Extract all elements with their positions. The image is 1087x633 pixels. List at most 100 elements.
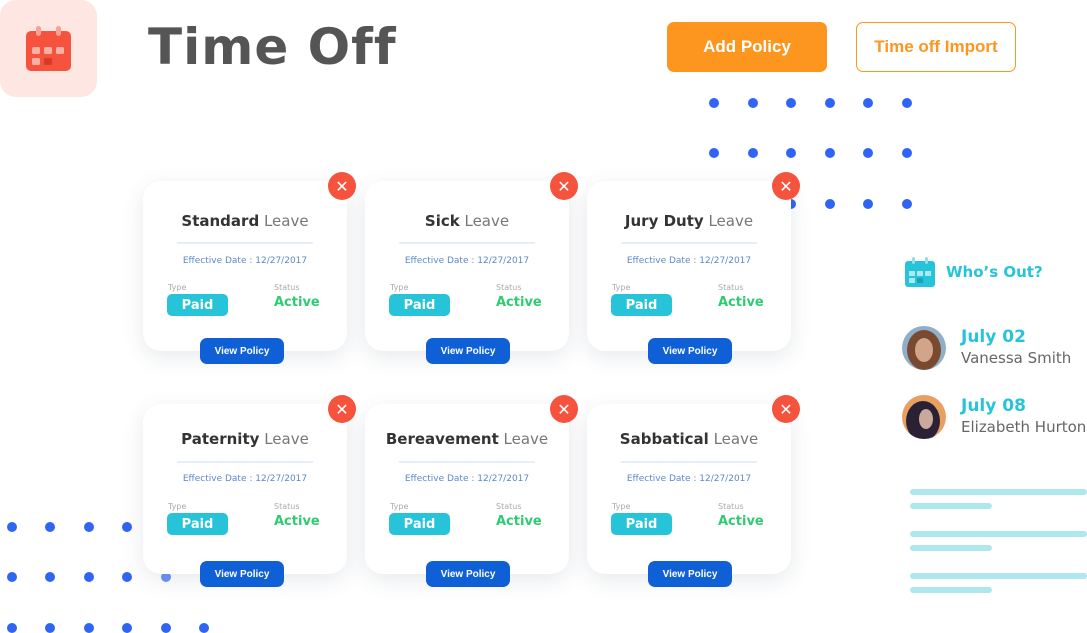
dot — [45, 572, 55, 582]
dot — [863, 98, 873, 108]
policy-card: ✕ Sick Leave Effective Date : 12/27/2017… — [365, 172, 578, 364]
policy-name: Sabbatical — [619, 430, 709, 448]
close-icon[interactable]: ✕ — [550, 172, 578, 200]
whos-out-item[interactable]: July 02 Vanessa Smith — [902, 326, 1071, 370]
whos-out-header: Who’s Out? — [904, 256, 1043, 288]
type-label: Type — [612, 283, 631, 292]
divider — [399, 461, 535, 463]
policy-card: ✕ Sabbatical Leave Effective Date : 12/2… — [587, 395, 800, 587]
policy-suffix: Leave — [264, 430, 309, 448]
out-date: July 02 — [961, 327, 1026, 347]
dot — [7, 522, 17, 532]
status-label: Status — [718, 283, 744, 292]
policy-suffix: Leave — [263, 212, 309, 230]
status-value: Active — [718, 295, 764, 310]
type-badge: Paid — [611, 294, 672, 316]
type-label: Type — [168, 502, 187, 511]
dot — [7, 623, 17, 633]
dot — [709, 98, 719, 108]
view-policy-button[interactable]: View Policy — [426, 338, 510, 364]
dot — [863, 148, 873, 158]
skeleton-line — [910, 587, 992, 593]
policy-title: Sick Leave — [365, 212, 569, 230]
divider — [177, 461, 313, 463]
dot — [902, 148, 912, 158]
status-value: Active — [274, 514, 320, 529]
dot — [161, 623, 171, 633]
dot — [786, 148, 796, 158]
skeleton-line — [910, 489, 1087, 495]
skeleton-line — [910, 573, 1087, 579]
out-date: July 08 — [961, 396, 1026, 416]
add-policy-button[interactable]: Add Policy — [667, 22, 827, 72]
out-name: Vanessa Smith — [961, 349, 1072, 367]
policy-title: Standard Leave — [143, 212, 347, 230]
policy-name: Standard — [181, 212, 260, 230]
type-label: Type — [612, 502, 631, 511]
effective-date: Effective Date : 12/27/2017 — [182, 256, 308, 266]
status-value: Active — [496, 514, 542, 529]
view-policy-button[interactable]: View Policy — [648, 338, 732, 364]
dot — [122, 522, 132, 532]
policy-card: ✕ Standard Leave Effective Date : 12/27/… — [143, 172, 356, 364]
view-policy-button[interactable]: View Policy — [426, 561, 510, 587]
policy-name: Paternity — [181, 430, 260, 448]
policy-title: Bereavement Leave — [365, 430, 569, 448]
close-icon[interactable]: ✕ — [328, 172, 356, 200]
dot — [902, 199, 912, 209]
close-icon[interactable]: ✕ — [550, 395, 578, 423]
dot — [122, 572, 132, 582]
dot — [122, 623, 132, 633]
dot — [825, 199, 835, 209]
avatar-photo-icon — [902, 326, 946, 370]
close-icon[interactable]: ✕ — [772, 172, 800, 200]
whos-out-item[interactable]: July 08 Elizabeth Hurton — [902, 395, 1086, 439]
close-icon[interactable]: ✕ — [328, 395, 356, 423]
policy-name: Sick — [424, 212, 460, 230]
type-badge: Paid — [389, 294, 450, 316]
dot — [84, 623, 94, 633]
skeleton-line — [910, 531, 1087, 537]
view-policy-button[interactable]: View Policy — [200, 338, 284, 364]
type-label: Type — [390, 283, 409, 292]
whos-out-label: Who’s Out? — [946, 263, 1043, 281]
policy-suffix: Leave — [708, 212, 754, 230]
effective-date: Effective Date : 12/27/2017 — [404, 474, 530, 484]
close-icon[interactable]: ✕ — [772, 395, 800, 423]
dot — [748, 148, 758, 158]
policy-card: ✕ Jury Duty Leave Effective Date : 12/27… — [587, 172, 800, 364]
time-off-import-button[interactable]: Time off Import — [856, 22, 1016, 72]
type-label: Type — [168, 283, 187, 292]
skeleton-line — [910, 503, 992, 509]
dot — [825, 148, 835, 158]
status-label: Status — [274, 502, 300, 511]
dot — [786, 98, 796, 108]
dot — [199, 623, 209, 633]
avatar-photo-icon — [902, 395, 946, 439]
type-badge: Paid — [167, 294, 228, 316]
dot — [7, 572, 17, 582]
view-policy-button[interactable]: View Policy — [648, 561, 732, 587]
status-label: Status — [496, 502, 522, 511]
calendar-icon — [26, 26, 71, 71]
policy-suffix: Leave — [464, 212, 510, 230]
type-label: Type — [390, 502, 409, 511]
policy-suffix: Leave — [713, 430, 759, 448]
divider — [621, 242, 757, 244]
status-label: Status — [718, 502, 744, 511]
type-badge: Paid — [389, 513, 450, 535]
dot — [863, 199, 873, 209]
dot — [902, 98, 912, 108]
avatar — [902, 326, 946, 370]
divider — [621, 461, 757, 463]
type-badge: Paid — [167, 513, 228, 535]
policy-title: Paternity Leave — [143, 430, 347, 448]
avatar — [902, 395, 946, 439]
effective-date: Effective Date : 12/27/2017 — [626, 256, 752, 266]
skeleton-line — [910, 545, 992, 551]
view-policy-button[interactable]: View Policy — [200, 561, 284, 587]
policy-suffix: Leave — [503, 430, 549, 448]
status-label: Status — [274, 283, 300, 292]
dot — [709, 148, 719, 158]
app-icon-tile — [0, 0, 97, 97]
